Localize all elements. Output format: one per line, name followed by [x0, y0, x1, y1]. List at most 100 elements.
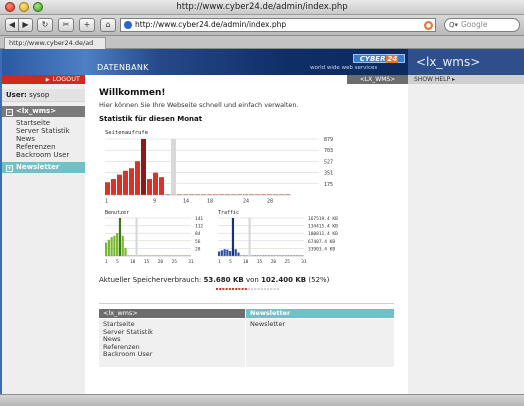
search-input[interactable]: Q▾ Google: [444, 18, 520, 32]
x-tick-label: 5: [116, 259, 119, 265]
tab-bar: http://www.cyber24.de/ad: [0, 36, 524, 49]
search-icon[interactable]: Q▾: [449, 19, 458, 31]
sidebar-item-referenzen[interactable]: Referenzen: [16, 143, 85, 151]
bar: [248, 218, 251, 256]
bar: [229, 251, 232, 256]
quicklink-newsletter[interactable]: Newsletter: [250, 320, 390, 329]
window-title: http://www.cyber24.de/admin/index.php: [176, 2, 348, 12]
progress-segment: [273, 288, 276, 290]
x-tick-label: 15: [257, 259, 263, 265]
storage-of: von: [245, 276, 259, 284]
quicklink-backroom-user[interactable]: Backroom User: [103, 350, 241, 359]
back-button[interactable]: ◀: [5, 18, 19, 32]
stats-heading: Statistik für diesen Monat: [99, 115, 203, 123]
user-label: User:: [6, 91, 27, 99]
x-tick-label: 14: [183, 199, 189, 205]
x-tick-label: 24: [243, 199, 249, 205]
bar: [118, 218, 122, 256]
section-title: DATENBANK: [97, 63, 149, 72]
collapse-icon[interactable]: −: [6, 109, 13, 116]
chart-traffic: Traffic 167519.4 KB 134415.4 KB100811.4 KB…: [218, 210, 338, 265]
y-tick-label: 67407.4 KB: [308, 239, 335, 245]
sidebar-item-backroom-user[interactable]: Backroom User: [16, 151, 85, 159]
user-row: User: sysop: [2, 89, 85, 102]
help-column: [408, 75, 524, 394]
y-tick-label: 167519.4 KB: [308, 216, 338, 222]
expand-icon[interactable]: +: [6, 165, 13, 172]
x-tick-label: 9: [153, 199, 156, 205]
x-tick-label: 31: [188, 259, 194, 265]
sidebar-section-title: Newsletter: [16, 163, 60, 171]
lx-wms-header: <lx_wms>: [408, 49, 524, 75]
search-placeholder: Google: [461, 20, 488, 29]
reload-button[interactable]: ↻: [37, 18, 53, 32]
show-help-button[interactable]: SHOW HELP ▸: [408, 75, 524, 84]
x-tick-label: 31: [301, 259, 307, 265]
arrow-right-icon: ▶: [45, 77, 50, 83]
chart-seitenaufrufe: Seitenaufrufe 879 703 527 351 175 1 9 14 18 24 28: [105, 130, 333, 205]
sidebar-item-news[interactable]: News: [16, 135, 85, 143]
progress-segment: [248, 288, 250, 290]
sidebar: ▶ LOGOUT User: sysop − <lx_wms> Startseite…: [2, 75, 85, 394]
logout-button[interactable]: ▶ LOGOUT: [2, 75, 85, 84]
y-tick-label: 33903.4 KB: [308, 246, 335, 252]
bar: [124, 247, 127, 256]
chart-title: Seitenaufrufe: [105, 130, 148, 136]
page-title: Willkommen!: [99, 88, 166, 98]
quicklinks-col1: Startseite Server Statistik News Referen…: [99, 319, 245, 367]
bar: [105, 182, 110, 195]
sidebar-item-server-statistik[interactable]: Server Statistik: [16, 127, 85, 135]
bar: [110, 237, 113, 256]
sidebar-item-startseite[interactable]: Startseite: [16, 119, 85, 127]
quicklink-server-statistik[interactable]: Server Statistik: [103, 328, 241, 337]
sidebar-section-newsletter[interactable]: + Newsletter: [2, 162, 85, 173]
progress-segment: [238, 288, 241, 290]
bar: [141, 139, 146, 195]
tab-current[interactable]: http://www.cyber24.de/ad: [4, 37, 106, 49]
bar: [231, 218, 235, 256]
chart-benutzer: Benutzer1411128456281 5 10 15 20 25 31: [105, 210, 203, 265]
y-tick-label: 134415.4 KB: [308, 224, 338, 230]
progress-segment: [270, 288, 273, 290]
bar: [223, 249, 226, 256]
y-tick-label: 527: [324, 159, 333, 165]
sidebar-section-lx-wms[interactable]: − <lx_wms>: [2, 106, 85, 117]
bar: [135, 161, 140, 195]
chart-title: Benutzer: [105, 210, 129, 216]
bar: [226, 249, 229, 256]
logout-label: LOGOUT: [52, 75, 80, 83]
browser-statusbar: [0, 394, 524, 406]
x-tick-label: 1: [105, 259, 108, 265]
url-input[interactable]: http://www.cyber24.de/admin/index.php ●: [120, 18, 436, 32]
logo-text: CYBER: [359, 55, 386, 63]
logo-number: 24: [386, 55, 399, 63]
add-bookmark-button[interactable]: +: [79, 18, 95, 32]
progress-segment: [219, 288, 222, 290]
progress-segment: [267, 288, 270, 290]
window-titlebar: http://www.cyber24.de/admin/index.php: [0, 0, 524, 15]
home-button[interactable]: ⌂: [100, 18, 116, 32]
progress-segment: [222, 288, 225, 290]
storage-total: 102.400 KB: [261, 276, 307, 284]
user-name: sysop: [29, 91, 50, 99]
x-tick-label: 25: [172, 259, 178, 265]
favicon-icon: [124, 21, 132, 29]
bar: [116, 233, 119, 256]
bar: [234, 249, 237, 256]
screenshot-button[interactable]: ✂: [58, 18, 74, 32]
intro-text: Hier können Sie Ihre Webseite schnell un…: [99, 101, 299, 109]
y-tick-label: 141: [195, 216, 203, 222]
quicklinks-col2: Newsletter: [246, 319, 394, 367]
url-text: http://www.cyber24.de/admin/index.php: [135, 20, 287, 29]
progress-segment: [260, 288, 263, 290]
progress-segment: [228, 288, 231, 290]
bar: [121, 235, 124, 256]
logo-subtitle: world wide web services: [310, 65, 378, 71]
bar: [129, 168, 134, 195]
forward-button[interactable]: ▶: [19, 18, 33, 32]
bar: [117, 174, 122, 195]
x-tick-label: 1: [218, 259, 221, 265]
y-tick-label: 100811.4 KB: [308, 231, 338, 237]
rss-icon[interactable]: ●: [424, 21, 433, 30]
lx-wms-tab[interactable]: <LX_WMS>: [347, 75, 408, 84]
